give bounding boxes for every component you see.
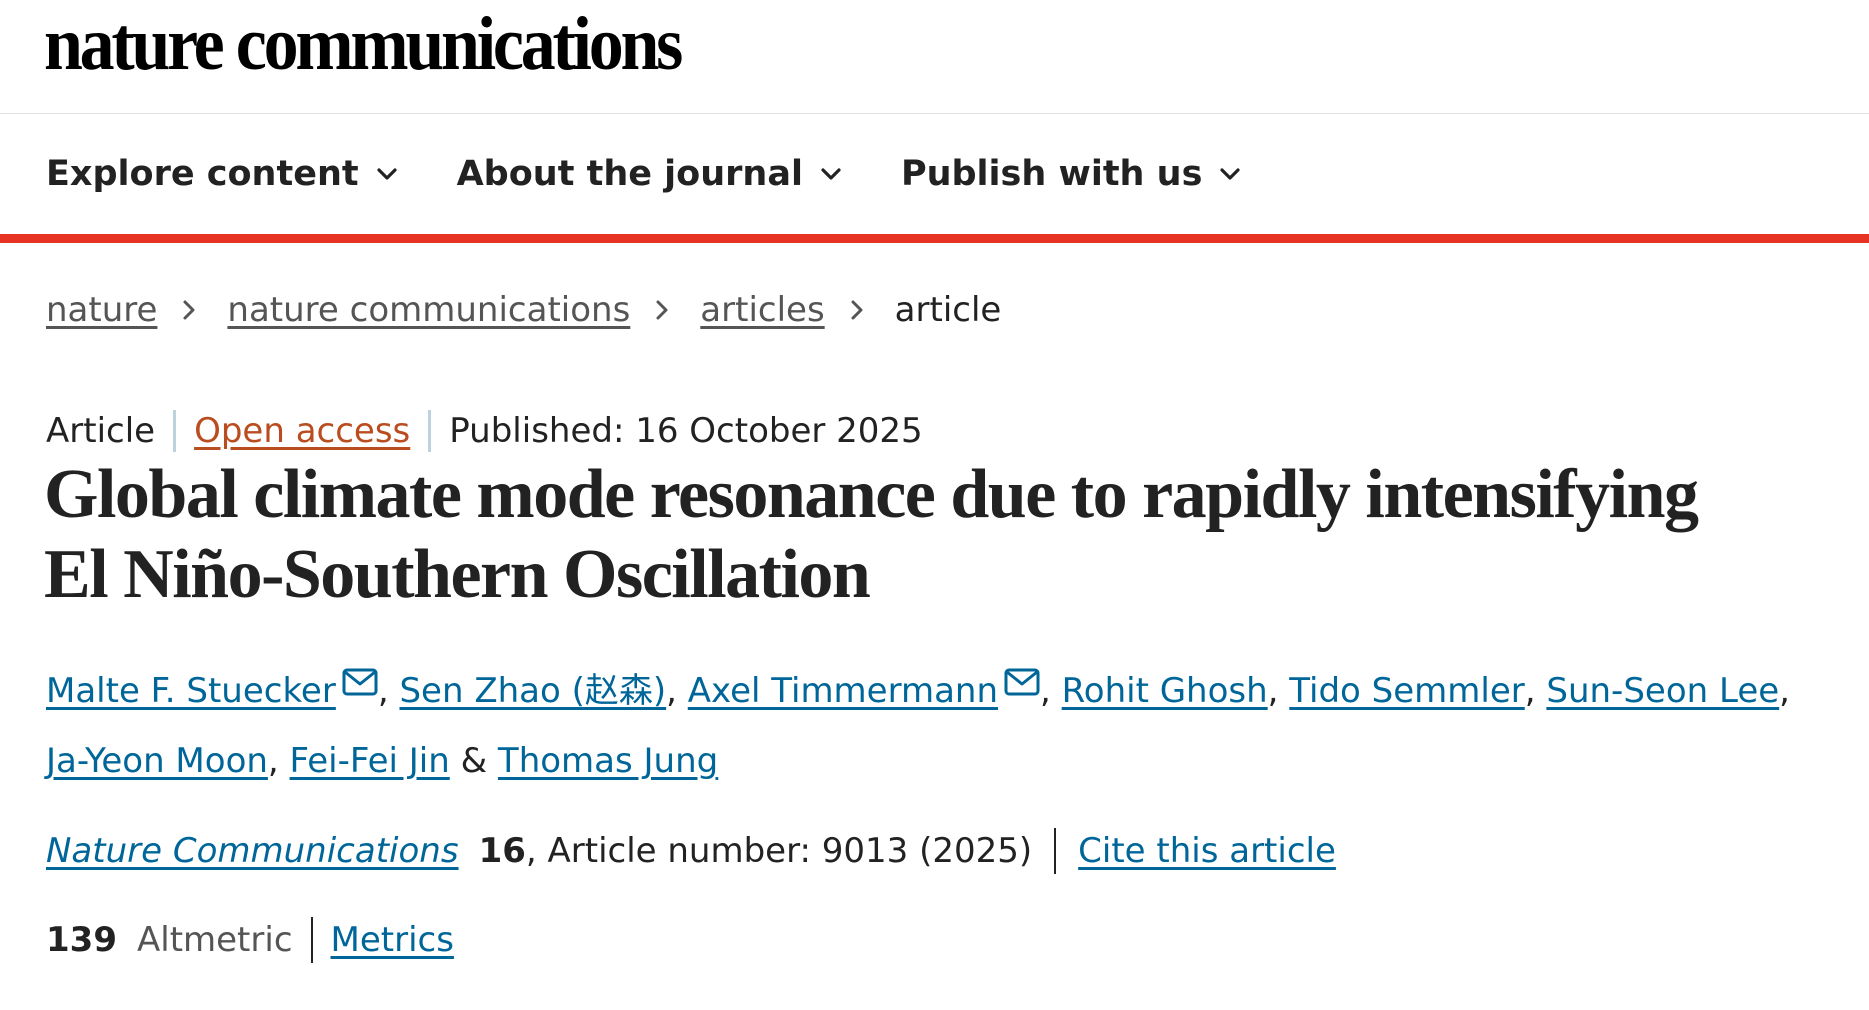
author-separator: , bbox=[267, 741, 290, 781]
author-separator: , bbox=[666, 671, 688, 711]
nav-explore-content-label: Explore content bbox=[46, 154, 359, 194]
article-type: Article bbox=[46, 411, 156, 451]
masthead: nature communications bbox=[0, 0, 1869, 114]
author-link[interactable]: Fei-Fei Jin bbox=[290, 741, 450, 781]
article-title: Global climate mode resonance due to rap… bbox=[44, 456, 1699, 613]
cite-this-article-link[interactable]: Cite this article bbox=[1078, 831, 1336, 871]
author-separator: , bbox=[1779, 671, 1790, 711]
author-separator: , bbox=[377, 671, 400, 711]
volume-number: 16 bbox=[478, 831, 526, 871]
chevron-right-icon bbox=[851, 300, 863, 320]
chevron-right-icon bbox=[656, 300, 668, 320]
metrics-divider bbox=[310, 917, 313, 963]
nav-explore-content[interactable]: Explore content bbox=[46, 154, 399, 194]
author-link[interactable]: Thomas Jung bbox=[498, 741, 718, 781]
open-access-link[interactable]: Open access bbox=[194, 411, 410, 451]
author-link[interactable]: Ja-Yeon Moon bbox=[46, 741, 268, 781]
breadcrumb: nature nature communications articles ar… bbox=[46, 290, 1001, 330]
author-separator: , bbox=[1524, 671, 1547, 711]
author-list: Malte F. Stuecker, Sen Zhao (赵森), Axel T… bbox=[46, 656, 1806, 796]
article-number: , Article number: 9013 (2025) bbox=[525, 831, 1033, 871]
journal-link[interactable]: Nature Communications bbox=[46, 831, 459, 871]
author-link[interactable]: Sen Zhao (赵森) bbox=[399, 671, 666, 711]
author-separator: , bbox=[1267, 671, 1290, 711]
author-separator: & bbox=[449, 741, 498, 781]
author-link[interactable]: Sun-Seon Lee bbox=[1546, 671, 1779, 711]
meta-divider bbox=[428, 410, 432, 452]
nav-about-journal-label: About the journal bbox=[456, 154, 803, 194]
altmetric-count: 139 bbox=[46, 920, 117, 960]
altmetric-label: Altmetric bbox=[136, 920, 293, 960]
published-date: Published: 16 October 2025 bbox=[449, 411, 923, 451]
breadcrumb-nature-communications[interactable]: nature communications bbox=[227, 290, 630, 330]
chevron-down-icon bbox=[1220, 168, 1241, 180]
author-link[interactable]: Malte F. Stuecker bbox=[46, 671, 336, 711]
email-icon[interactable] bbox=[342, 668, 378, 696]
chevron-down-icon bbox=[376, 168, 397, 180]
article-meta: Article Open access Published: 16 Octobe… bbox=[46, 410, 923, 452]
breadcrumb-current: article bbox=[894, 290, 1002, 330]
citation-line: Nature Communications 16 , Article numbe… bbox=[46, 828, 1336, 874]
main-navigation: Explore content About the journal Publis… bbox=[0, 114, 1869, 243]
meta-divider bbox=[173, 410, 177, 452]
breadcrumb-nature[interactable]: nature bbox=[46, 290, 157, 330]
nav-publish-with-us-label: Publish with us bbox=[900, 154, 1203, 194]
chevron-down-icon bbox=[821, 168, 841, 180]
author-link[interactable]: Rohit Ghosh bbox=[1062, 671, 1268, 711]
citation-divider bbox=[1054, 828, 1057, 874]
author-link[interactable]: Axel Timmermann bbox=[688, 671, 998, 711]
author-separator: , bbox=[1040, 671, 1062, 711]
journal-logo[interactable]: nature communications bbox=[44, 6, 683, 82]
nav-about-journal[interactable]: About the journal bbox=[457, 154, 843, 194]
metrics-link[interactable]: Metrics bbox=[331, 920, 454, 960]
email-icon[interactable] bbox=[1004, 668, 1040, 696]
chevron-right-icon bbox=[183, 300, 195, 320]
nav-publish-with-us[interactable]: Publish with us bbox=[901, 154, 1242, 194]
author-link[interactable]: Tido Semmler bbox=[1289, 671, 1524, 711]
breadcrumb-articles[interactable]: articles bbox=[700, 290, 824, 330]
metrics-line: 139 Altmetric Metrics bbox=[46, 917, 454, 963]
